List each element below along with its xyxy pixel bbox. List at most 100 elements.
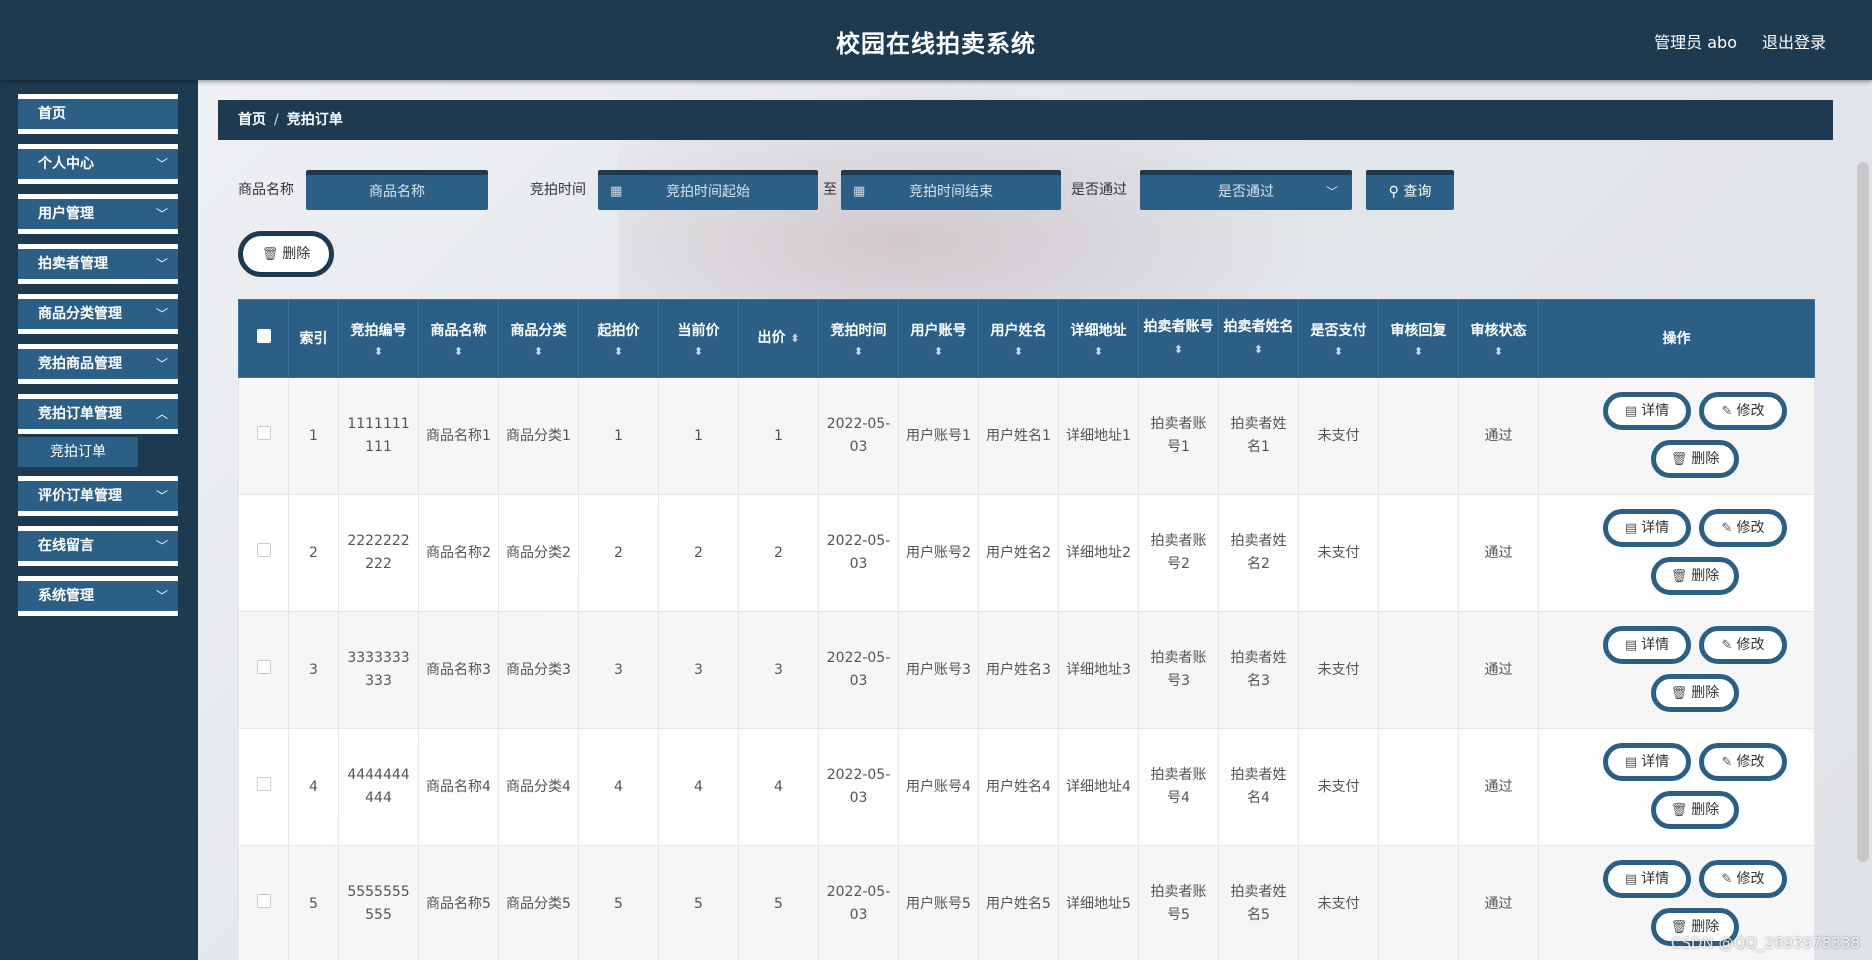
sort-icon[interactable]: ⬍	[1383, 345, 1454, 358]
column-header-sortable[interactable]: 详细地址 ⬍	[1058, 299, 1139, 378]
pass-status-select[interactable]: 是否通过 ﹀	[1140, 170, 1352, 210]
detail-button[interactable]: ▤ 详情	[1603, 860, 1691, 898]
breadcrumb-home[interactable]: 首页	[238, 112, 266, 128]
column-header-sortable[interactable]: 商品分类 ⬍	[498, 299, 579, 378]
batch-delete-button[interactable]: 🗑 删除	[238, 231, 334, 277]
actions-cell: ▤ 详情 ✎ 修改 🗑 删除	[1538, 377, 1815, 495]
detail-button[interactable]: ▤ 详情	[1603, 626, 1691, 664]
sidebar-item-categories[interactable]: 商品分类管理 ﹀	[18, 294, 178, 334]
auction-time-end-input[interactable]: ▦ 竞拍时间结束	[841, 170, 1061, 210]
sidebar-item-review-orders[interactable]: 评价订单管理 ﹀	[18, 476, 178, 516]
sidebar-item-sellers[interactable]: 拍卖者管理 ﹀	[18, 244, 178, 284]
sort-icon[interactable]: ⬍	[503, 345, 574, 358]
sidebar-item-auction-orders[interactable]: 竞拍订单管理 ︿	[18, 394, 178, 434]
edit-button[interactable]: ✎ 修改	[1699, 860, 1787, 898]
table-cell: 1	[738, 377, 819, 495]
checkbox-icon[interactable]	[256, 425, 271, 440]
column-header-sortable[interactable]: 出价 ⬍	[738, 299, 819, 378]
table-cell: 用户账号3	[898, 611, 979, 729]
table-cell: 2	[578, 494, 659, 612]
delete-button[interactable]: 🗑 删除	[1651, 440, 1739, 478]
sort-icon[interactable]: ⬍	[583, 345, 654, 358]
delete-button[interactable]: 🗑 删除	[1651, 674, 1739, 712]
sidebar-item-label: 首页	[38, 106, 66, 122]
column-header: 操作	[1538, 299, 1815, 378]
sort-icon[interactable]: ⬍	[1254, 343, 1263, 356]
sort-icon[interactable]: ⬍	[663, 345, 734, 358]
row-checkbox-cell[interactable]	[238, 728, 289, 846]
sort-icon[interactable]: ⬍	[423, 345, 494, 358]
row-checkbox-cell[interactable]	[238, 845, 289, 960]
trash-icon: 🗑	[1670, 569, 1688, 584]
query-button[interactable]: ⚲ 查询	[1366, 170, 1454, 210]
detail-button[interactable]: ▤ 详情	[1603, 509, 1691, 547]
table-cell: 拍卖者账号3	[1138, 611, 1219, 729]
table-cell: 用户姓名4	[978, 728, 1059, 846]
row-checkbox-cell[interactable]	[238, 494, 289, 612]
detail-button[interactable]: ▤ 详情	[1603, 743, 1691, 781]
auction-time-start-input[interactable]: ▦ 竞拍时间起始	[598, 170, 818, 210]
sort-icon[interactable]: ⬍	[1463, 345, 1534, 358]
column-header-sortable[interactable]: 竞拍编号 ⬍	[338, 299, 419, 378]
goods-name-input[interactable]: 商品名称	[306, 170, 488, 210]
column-header-sortable[interactable]: 拍卖者账号 ⬍	[1138, 299, 1219, 378]
column-header-sortable[interactable]: 用户账号 ⬍	[898, 299, 979, 378]
column-header-sortable[interactable]: 是否支付 ⬍	[1298, 299, 1379, 378]
table-cell: 5	[658, 845, 739, 960]
calendar-icon: ▦	[610, 184, 623, 199]
edit-button[interactable]: ✎ 修改	[1699, 509, 1787, 547]
row-checkbox-cell[interactable]	[238, 377, 289, 495]
table-cell: 详细地址2	[1058, 494, 1139, 612]
sidebar-item-home[interactable]: 首页	[18, 94, 178, 134]
sort-icon[interactable]: ⬍	[1174, 343, 1183, 356]
select-all-checkbox[interactable]	[238, 299, 289, 378]
checkbox-icon[interactable]	[256, 542, 271, 557]
sort-icon[interactable]: ⬍	[823, 345, 894, 358]
sidebar-item-system[interactable]: 系统管理 ﹀	[18, 576, 178, 616]
sidebar-item-messages[interactable]: 在线留言 ﹀	[18, 526, 178, 566]
detail-button[interactable]: ▤ 详情	[1603, 392, 1691, 430]
batch-delete-label: 删除	[282, 246, 311, 262]
row-actions: ▤ 详情 ✎ 修改 🗑 删除	[1545, 737, 1808, 837]
sort-icon[interactable]: ⬍	[343, 345, 414, 358]
chevron-down-icon: ﹀	[155, 307, 168, 321]
checkbox-icon[interactable]	[256, 893, 271, 908]
column-header-sortable[interactable]: 当前价 ⬍	[658, 299, 739, 378]
edit-button[interactable]: ✎ 修改	[1699, 392, 1787, 430]
checkbox-icon[interactable]	[256, 328, 271, 343]
edit-icon: ✎	[1721, 872, 1733, 887]
table-cell: 未支付	[1298, 611, 1379, 729]
sort-icon[interactable]: ⬍	[1063, 345, 1134, 358]
sidebar-item-label: 商品分类管理	[38, 306, 122, 322]
sort-icon[interactable]: ⬍	[903, 345, 974, 358]
table-cell: 用户姓名5	[978, 845, 1059, 960]
sort-icon[interactable]: ⬍	[1303, 345, 1374, 358]
checkbox-icon[interactable]	[256, 776, 271, 791]
column-header-sortable[interactable]: 拍卖者姓名 ⬍	[1218, 299, 1299, 378]
sidebar-item-profile[interactable]: 个人中心 ﹀	[18, 144, 178, 184]
table-cell: 拍卖者账号1	[1138, 377, 1219, 495]
checkbox-icon[interactable]	[256, 659, 271, 674]
sidebar-subitem-auction-order[interactable]: 竞拍订单	[18, 437, 138, 467]
row-checkbox-cell[interactable]	[238, 611, 289, 729]
edit-button[interactable]: ✎ 修改	[1699, 743, 1787, 781]
breadcrumb-separator: /	[274, 112, 279, 128]
column-header-sortable[interactable]: 竞拍时间 ⬍	[818, 299, 899, 378]
sidebar-item-auction-goods[interactable]: 竞拍商品管理 ﹀	[18, 344, 178, 384]
sort-icon[interactable]: ⬍	[983, 345, 1054, 358]
column-header-sortable[interactable]: 商品名称 ⬍	[418, 299, 499, 378]
calendar-icon: ▦	[853, 184, 866, 199]
logout-link[interactable]: 退出登录	[1762, 29, 1826, 53]
sidebar-item-users[interactable]: 用户管理 ﹀	[18, 194, 178, 234]
table-cell	[1378, 611, 1459, 729]
column-header-sortable[interactable]: 用户姓名 ⬍	[978, 299, 1059, 378]
delete-button[interactable]: 🗑 删除	[1651, 557, 1739, 595]
column-header-sortable[interactable]: 审核状态 ⬍	[1458, 299, 1539, 378]
column-header-sortable[interactable]: 审核回复 ⬍	[1378, 299, 1459, 378]
sort-icon[interactable]: ⬍	[790, 332, 799, 345]
table-cell: 2022-05-03	[818, 377, 899, 495]
delete-button[interactable]: 🗑 删除	[1651, 791, 1739, 829]
vertical-scrollbar[interactable]	[1857, 162, 1869, 862]
column-header-sortable[interactable]: 起拍价 ⬍	[578, 299, 659, 378]
edit-button[interactable]: ✎ 修改	[1699, 626, 1787, 664]
